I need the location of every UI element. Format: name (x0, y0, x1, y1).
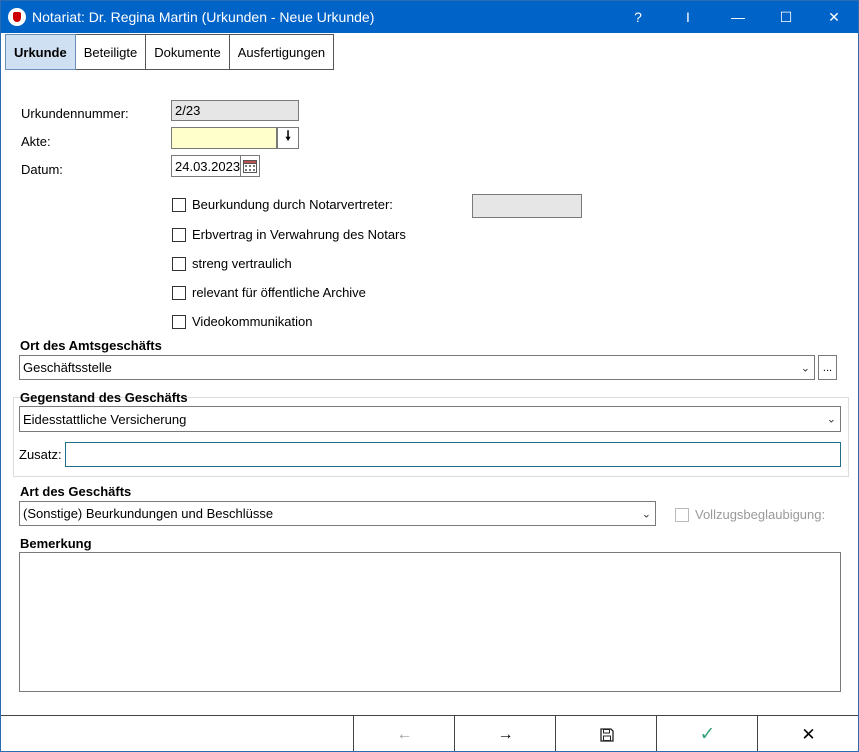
help-button[interactable]: ? (615, 1, 661, 33)
checkbox-box[interactable] (172, 227, 186, 242)
bottom-toolbar: ← → ✓ ✕ (1, 715, 858, 751)
tab-urkunde[interactable]: Urkunde (5, 34, 76, 70)
checkbox-streng-vertraulich-label: streng vertraulich (192, 256, 292, 271)
checkmark-icon: ✓ (699, 724, 716, 745)
back-button[interactable]: ← (353, 716, 455, 751)
ort-select-value: Geschäftsstelle (23, 360, 112, 375)
notarvertreter-field (472, 194, 582, 218)
checkbox-vollzugsbeglaubigung[interactable]: Vollzugsbeglaubigung: (675, 507, 825, 522)
checkbox-box[interactable] (172, 314, 186, 329)
tab-ausfertigungen[interactable]: Ausfertigungen (229, 34, 335, 70)
bemerkung-heading: Bemerkung (20, 536, 92, 551)
arrow-right-icon: → (497, 725, 514, 743)
checkbox-archive-label: relevant für öffentliche Archive (192, 285, 366, 300)
cancel-button[interactable]: ✕ (757, 716, 858, 751)
art-select-value: (Sonstige) Beurkundungen und Beschlüsse (23, 506, 274, 521)
berlin-bear-app-icon (8, 8, 26, 26)
ok-button[interactable]: ✓ (656, 716, 758, 751)
arrow-left-icon: ← (396, 725, 413, 743)
maximize-button[interactable]: ☐ (763, 1, 809, 33)
ort-more-button[interactable]: ... (818, 355, 837, 380)
checkbox-streng-vertraulich[interactable]: streng vertraulich (172, 256, 292, 271)
arrow-down-icon: 🠗 (285, 128, 291, 143)
gegenstand-select-value: Eidesstattliche Versicherung (23, 411, 187, 427)
minimize-button[interactable]: — (715, 1, 761, 33)
art-heading: Art des Geschäfts (20, 484, 132, 499)
checkbox-box[interactable] (172, 285, 186, 300)
akte-input[interactable] (171, 127, 277, 149)
calendar-icon (243, 159, 257, 173)
tab-beteiligte[interactable]: Beteiligte (75, 34, 147, 70)
close-icon: ✕ (801, 724, 816, 744)
title-bar: Notariat: Dr. Regina Martin (Urkunden - … (1, 1, 858, 33)
calendar-button[interactable] (240, 155, 260, 177)
window: Notariat: Dr. Regina Martin (Urkunden - … (0, 0, 859, 752)
art-select[interactable]: (Sonstige) Beurkundungen und Beschlüsse … (19, 501, 656, 526)
chevron-down-icon: ⌄ (800, 362, 810, 374)
checkbox-videokommunikation-label: Videokommunikation (192, 314, 313, 329)
datum-label: Datum: (21, 162, 63, 177)
zusatz-label: Zusatz: (19, 447, 62, 462)
urkundennummer-field: 2/23 (171, 100, 299, 121)
text-cursor-icon: I (686, 9, 690, 25)
ort-select[interactable]: Geschäftsstelle ⌄ (19, 355, 815, 380)
checkbox-notarvertreter[interactable]: Beurkundung durch Notarvertreter: (172, 197, 393, 212)
zusatz-input[interactable] (65, 442, 841, 467)
tab-bar: Urkunde Beteiligte Dokumente Ausfertigun… (5, 34, 335, 70)
forward-button[interactable]: → (454, 716, 556, 751)
checkbox-box[interactable] (172, 256, 186, 271)
checkbox-erbvertrag[interactable]: Erbvertrag in Verwahrung des Notars (172, 227, 406, 242)
checkbox-vollzugsbeglaubigung-label: Vollzugsbeglaubigung: (695, 507, 826, 522)
akte-label: Akte: (21, 134, 51, 149)
close-button[interactable]: ✕ (811, 1, 857, 33)
tab-dokumente[interactable]: Dokumente (146, 34, 230, 70)
floppy-disk-icon (599, 727, 614, 742)
checkbox-box[interactable] (675, 507, 689, 522)
chevron-down-icon: ⌄ (641, 508, 651, 520)
chevron-down-icon: ⌄ (826, 413, 836, 426)
urkundennummer-label: Urkundennummer: (21, 106, 129, 121)
checkbox-notarvertreter-label: Beurkundung durch Notarvertreter: (192, 197, 393, 212)
datum-input[interactable]: 24.03.2023 (171, 155, 241, 177)
ort-heading: Ort des Amtsgeschäfts (20, 338, 162, 353)
bemerkung-textarea[interactable] (19, 552, 841, 692)
checkbox-videokommunikation[interactable]: Videokommunikation (172, 314, 312, 329)
checkbox-box[interactable] (172, 197, 186, 212)
akte-lookup-button[interactable]: 🠗 (277, 127, 299, 149)
gegenstand-heading: Gegenstand des Geschäfts (20, 390, 188, 405)
gegenstand-select[interactable]: Eidesstattliche Versicherung ⌄ (19, 406, 841, 432)
window-title: Notariat: Dr. Regina Martin (Urkunden - … (32, 9, 375, 25)
checkbox-archive[interactable]: relevant für öffentliche Archive (172, 285, 366, 300)
save-button[interactable] (555, 716, 657, 751)
checkbox-erbvertrag-label: Erbvertrag in Verwahrung des Notars (192, 227, 406, 242)
